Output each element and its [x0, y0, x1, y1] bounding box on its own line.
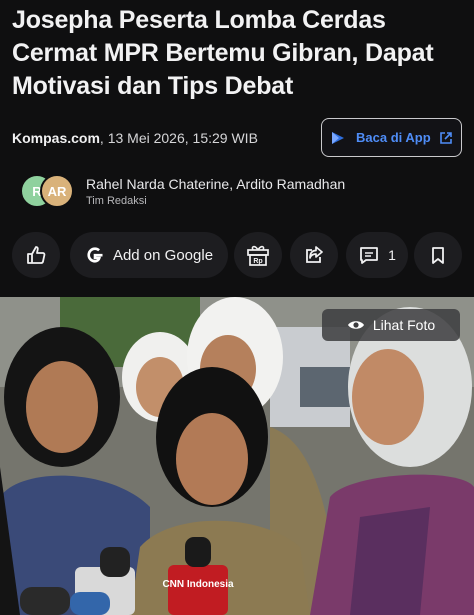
article-headline: Josepha Peserta Lomba Cerdas Cermat MPR …: [12, 6, 434, 100]
comment-count: 1: [388, 247, 396, 263]
share-icon: [306, 246, 323, 263]
gift-badge-text: Rp: [253, 258, 262, 265]
view-photo-label: Lihat Foto: [372, 317, 436, 333]
publish-date: , 13 Mei 2026, 15:29 WIB: [99, 130, 258, 146]
bookmark-button[interactable]: [414, 232, 462, 278]
kompas-app-icon: [332, 131, 344, 144]
add-on-google-button[interactable]: Add on Google: [70, 232, 228, 278]
comment-button[interactable]: 1: [346, 232, 408, 278]
gift-button[interactable]: Rp: [234, 232, 282, 278]
author-avatar-2[interactable]: AR: [40, 174, 74, 208]
google-icon: [87, 247, 103, 263]
article-meta: Kompas.com, 13 Mei 2026, 15:29 WIB Baca …: [12, 118, 464, 158]
article-photo[interactable]: CNN Indonesia Lihat Foto: [0, 297, 474, 615]
read-in-app-label: Baca di App: [356, 130, 431, 145]
external-link-icon: [440, 132, 452, 144]
author-team: Tim Redaksi: [86, 195, 147, 207]
author-names[interactable]: Rahel Narda Chaterine, Ardito Ramadhan: [86, 176, 345, 192]
photo-scene: CNN Indonesia: [0, 297, 474, 615]
action-bar: Add on Google Rp 1: [12, 232, 464, 280]
gift-rp-icon: Rp: [247, 245, 269, 266]
view-photo-button[interactable]: Lihat Foto: [322, 309, 460, 341]
article-source-date: Kompas.com, 13 Mei 2026, 15:29 WIB: [12, 130, 258, 146]
bookmark-icon: [432, 247, 444, 264]
source-name[interactable]: Kompas.com: [12, 130, 100, 146]
share-button[interactable]: [290, 232, 338, 278]
comment-icon: [360, 247, 378, 264]
eye-icon: [347, 321, 364, 329]
author-block: R AR Rahel Narda Chaterine, Ardito Ramad…: [18, 170, 458, 214]
thumbs-up-icon: [27, 246, 46, 264]
read-in-app-button[interactable]: Baca di App: [321, 118, 462, 157]
like-button[interactable]: [12, 232, 60, 278]
mic-cnn-label: CNN Indonesia: [162, 579, 234, 590]
add-on-google-label: Add on Google: [112, 246, 214, 264]
